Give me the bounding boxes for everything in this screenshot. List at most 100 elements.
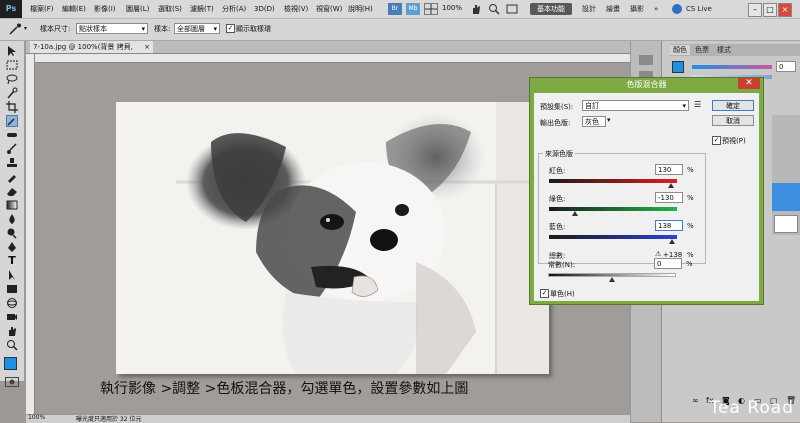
ok-button[interactable]: 確定: [712, 100, 754, 111]
healing-brush-tool-icon[interactable]: [6, 129, 18, 141]
shape-tool-icon[interactable]: [6, 283, 18, 295]
link-layers-icon[interactable]: ∞: [692, 396, 699, 405]
red-value-field[interactable]: 130: [655, 164, 683, 175]
eyedropper-icon[interactable]: [8, 23, 22, 35]
menu-bar: Ps 檔案(F) 編輯(E) 影像(I) 圖層(L) 選取(S) 濾鏡(T) 分…: [0, 0, 800, 19]
tab-styles[interactable]: 樣式: [714, 45, 734, 55]
green-slider-thumb[interactable]: [572, 211, 578, 216]
constant-value-field[interactable]: 0: [654, 258, 682, 269]
blur-tool-icon[interactable]: [6, 213, 18, 225]
dodge-tool-icon[interactable]: [6, 227, 18, 239]
crop-tool-icon[interactable]: [6, 101, 18, 113]
blue-value-field[interactable]: 138: [655, 220, 683, 231]
show-ring-checkbox[interactable]: ✓: [226, 24, 235, 33]
menu-filter[interactable]: 濾鏡(T): [190, 0, 214, 18]
pen-tool-icon[interactable]: [6, 241, 18, 253]
blue-percent: %: [687, 222, 694, 230]
source-channels-group: 來源色版 紅色: 130 % 綠色: -130 % 藍色: 138 % 總數: …: [538, 149, 706, 264]
cs-live-icon: [672, 4, 682, 14]
move-tool-icon[interactable]: [6, 45, 18, 57]
green-slider-track[interactable]: [549, 207, 677, 211]
color-swatch[interactable]: [672, 61, 684, 73]
monochrome-checkbox[interactable]: ✓: [540, 289, 549, 298]
constant-slider-thumb[interactable]: [609, 277, 615, 282]
lasso-tool-icon[interactable]: [6, 73, 18, 85]
dock-icon-1[interactable]: [639, 55, 653, 65]
output-select[interactable]: 灰色: [582, 116, 606, 127]
preview-checkbox[interactable]: ✓: [712, 136, 721, 145]
quick-select-tool-icon[interactable]: [6, 87, 18, 99]
sample-select[interactable]: 全部圖層 ▾: [174, 23, 220, 34]
mini-bridge-icon[interactable]: Mb: [406, 3, 420, 15]
foreground-color-swatch[interactable]: [4, 357, 17, 370]
color-slider[interactable]: [692, 65, 772, 69]
menu-help[interactable]: 說明(H): [348, 0, 373, 18]
panel-tab-bar: 顏色 色票 樣式: [670, 44, 800, 56]
blue-slider-thumb[interactable]: [669, 239, 675, 244]
hand-tool-icon[interactable]: [6, 325, 18, 337]
menu-file[interactable]: 檔案(F): [30, 0, 54, 18]
red-slider-track[interactable]: [549, 179, 677, 183]
document-tab[interactable]: 7-10a.jpg @ 100%(背景 拷貝, RGB/8#) * ×: [30, 41, 153, 63]
sample-size-label: 樣本尺寸:: [40, 25, 71, 33]
history-brush-tool-icon[interactable]: [6, 171, 18, 183]
bridge-icon[interactable]: Br: [388, 3, 402, 15]
3d-rotate-tool-icon[interactable]: [6, 297, 18, 309]
quick-mask-icon[interactable]: [5, 377, 19, 387]
menu-window[interactable]: 視窗(W): [316, 0, 342, 18]
gradient-tool-icon[interactable]: [6, 199, 18, 211]
guides-icon[interactable]: [424, 3, 438, 15]
workspace-design[interactable]: 設計: [582, 0, 596, 18]
blue-slider-track[interactable]: [549, 235, 677, 239]
green-percent: %: [687, 194, 694, 202]
cs-live-button[interactable]: CS Live: [686, 0, 712, 18]
zoom-tool-icon[interactable]: [6, 339, 18, 351]
green-value-field[interactable]: -130: [655, 192, 683, 203]
zoom-status[interactable]: 100%: [28, 414, 45, 421]
3d-camera-tool-icon[interactable]: [6, 311, 18, 323]
preset-select[interactable]: 自訂 ▾: [582, 100, 689, 111]
maximize-button[interactable]: □: [763, 3, 777, 17]
preset-value: 自訂: [585, 102, 599, 110]
minimize-button[interactable]: –: [748, 3, 762, 17]
ruler-vertical: [26, 54, 35, 416]
red-slider-thumb[interactable]: [668, 183, 674, 188]
menu-view[interactable]: 檢視(V): [284, 0, 308, 18]
menu-select[interactable]: 選取(S): [158, 0, 182, 18]
preset-options-icon[interactable]: ☰: [694, 100, 701, 109]
type-tool-icon[interactable]: T: [6, 255, 18, 267]
dialog-close-button[interactable]: ✕: [738, 78, 760, 89]
workspace-photography[interactable]: 攝影: [630, 0, 644, 18]
output-chevron-icon[interactable]: ▾: [607, 116, 611, 124]
eyedropper-tool-icon[interactable]: [6, 115, 18, 127]
menu-edit[interactable]: 編輯(E): [62, 0, 86, 18]
layer-thumbnail[interactable]: [774, 215, 798, 233]
tool-preset-arrow-icon[interactable]: ▾: [24, 25, 27, 32]
sample-size-select[interactable]: 點狀樣本 ▾: [76, 23, 148, 34]
menu-image[interactable]: 影像(I): [94, 0, 116, 18]
selected-layer-row[interactable]: [772, 183, 800, 211]
menu-analysis[interactable]: 分析(A): [222, 0, 246, 18]
tab-swatches[interactable]: 色票: [692, 45, 712, 55]
tab-color[interactable]: 顏色: [670, 45, 690, 55]
hand-icon[interactable]: [470, 3, 484, 15]
zoom-icon[interactable]: [488, 3, 502, 15]
cancel-button[interactable]: 取消: [712, 115, 754, 126]
arrange-icon[interactable]: [506, 3, 520, 15]
document-image[interactable]: [116, 102, 549, 374]
clone-stamp-tool-icon[interactable]: [6, 157, 18, 169]
color-value-field[interactable]: 0: [776, 61, 796, 72]
eraser-tool-icon[interactable]: [6, 185, 18, 197]
close-tab-icon[interactable]: ×: [144, 41, 150, 53]
sample-value: 全部圖層: [177, 25, 205, 33]
path-select-tool-icon[interactable]: [6, 269, 18, 281]
workspace-basic[interactable]: 基本功能: [530, 3, 572, 15]
zoom-level[interactable]: 100%: [442, 4, 462, 12]
workspace-more[interactable]: »: [654, 0, 658, 18]
menu-3d[interactable]: 3D(D): [254, 0, 275, 18]
brush-tool-icon[interactable]: [6, 143, 18, 155]
close-app-button[interactable]: ×: [778, 3, 792, 17]
marquee-tool-icon[interactable]: [6, 59, 18, 71]
workspace-painting[interactable]: 繪畫: [606, 0, 620, 18]
menu-layer[interactable]: 圖層(L): [126, 0, 149, 18]
